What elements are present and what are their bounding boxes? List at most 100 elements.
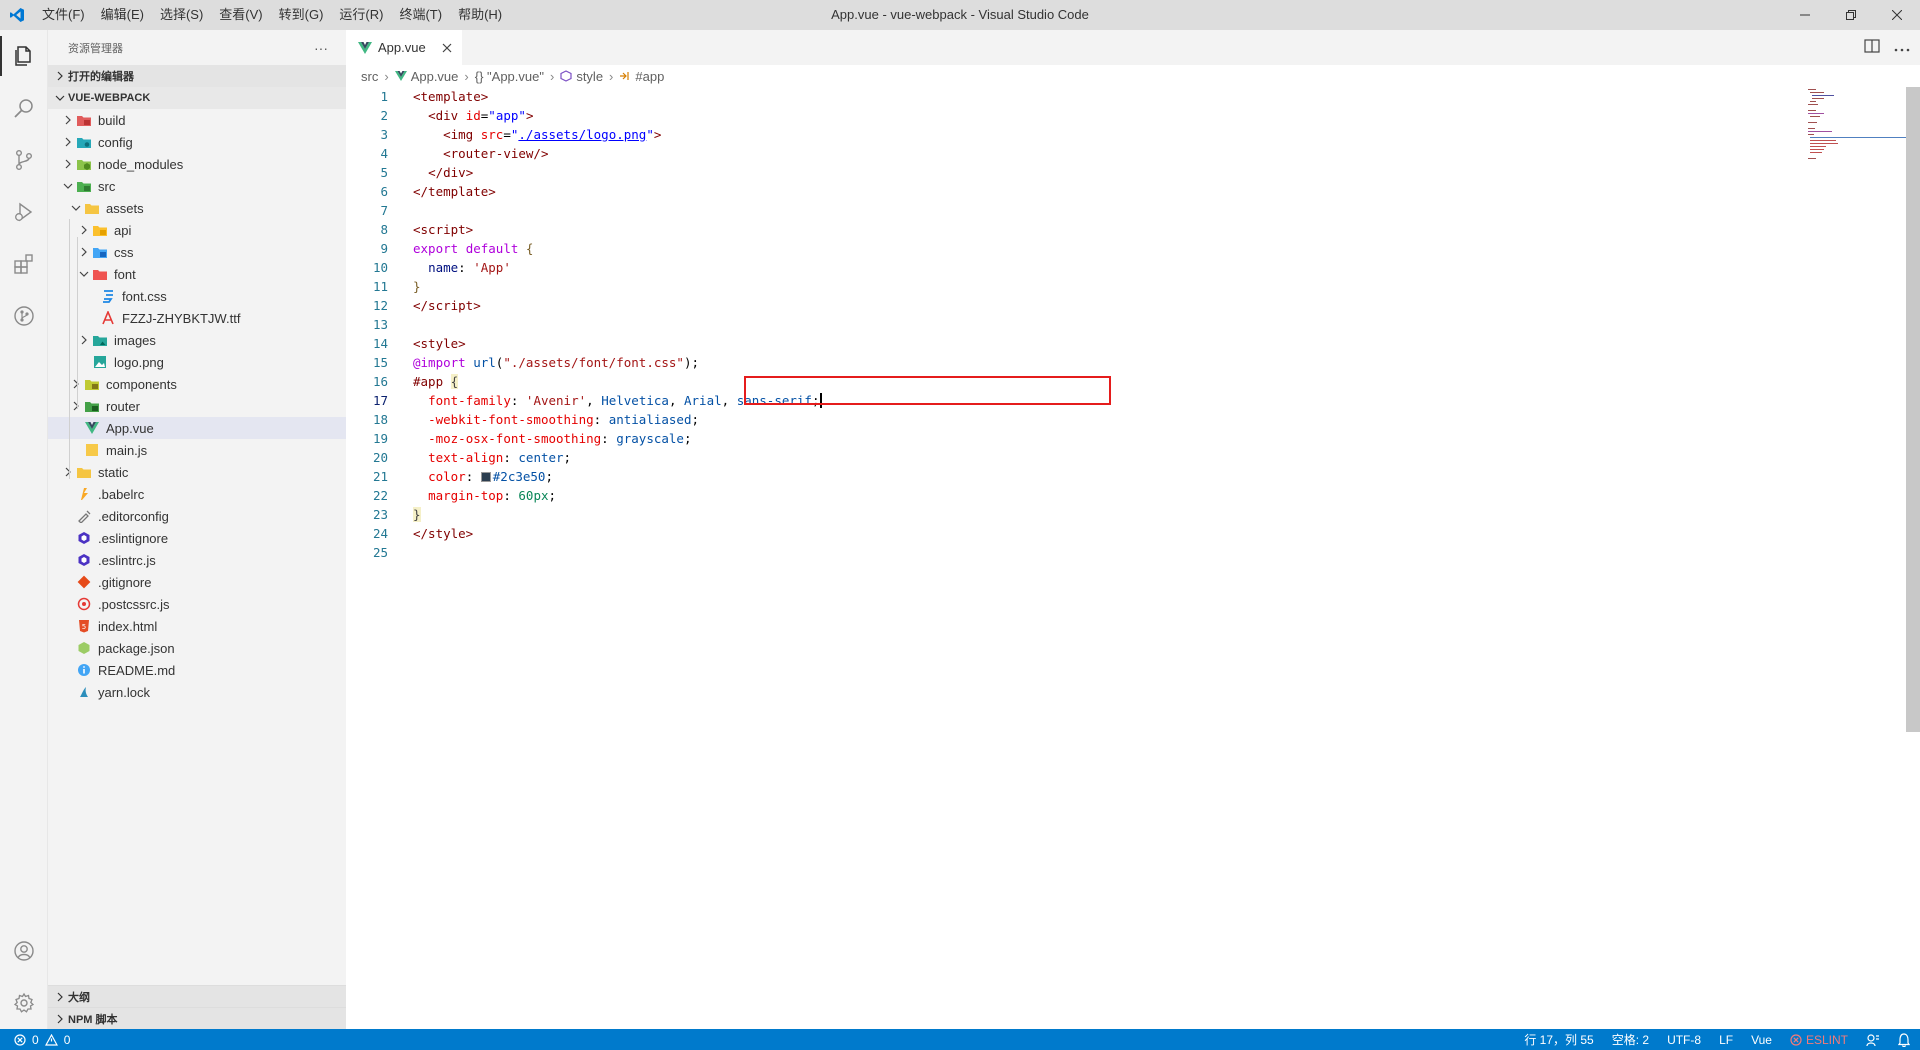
tree-item-app-vue[interactable]: App.vue	[48, 417, 346, 439]
indentation[interactable]: 空格: 2	[1612, 1031, 1649, 1048]
tree-item-package-json[interactable]: package.json	[48, 637, 346, 659]
tree-item-eslintignore[interactable]: .eslintignore	[48, 527, 346, 549]
npm-scripts-label: NPM 脚本	[68, 1013, 118, 1026]
code-line: 1 <template>	[346, 87, 1920, 106]
restore-button[interactable]	[1828, 0, 1874, 30]
explorer-header: 资源管理器 ···	[48, 30, 346, 65]
split-editor-icon[interactable]	[1864, 39, 1880, 56]
tree-item-components[interactable]: components	[48, 373, 346, 395]
tree-item-css[interactable]: css	[48, 241, 346, 263]
tree-item-logo-png[interactable]: logo.png	[48, 351, 346, 373]
svg-text:5: 5	[82, 623, 86, 631]
tree-item-font-css[interactable]: font.css	[48, 285, 346, 307]
minimize-button[interactable]	[1782, 0, 1828, 30]
cursor-position[interactable]: 行 17，列 55	[1524, 1031, 1593, 1048]
tree-item-label: FZZJ-ZHYBKTJW.ttf	[122, 310, 241, 326]
source-control-icon[interactable]	[0, 134, 48, 186]
tree-item-font[interactable]: font	[48, 263, 346, 285]
vertical-scrollbar[interactable]	[1906, 87, 1920, 732]
feedback-icon[interactable]	[1866, 1033, 1880, 1047]
tree-item-router[interactable]: router	[48, 395, 346, 417]
language-mode[interactable]: Vue	[1751, 1033, 1772, 1047]
error-count: 0	[32, 1032, 39, 1047]
line-number: 9	[380, 241, 388, 256]
npm-scripts-section[interactable]: NPM 脚本	[48, 1007, 346, 1029]
tree-item-static[interactable]: static	[48, 461, 346, 483]
tree-item-gitignore[interactable]: .gitignore	[48, 571, 346, 593]
tree-item-font-file[interactable]: FZZJ-ZHYBKTJW.ttf	[48, 307, 346, 329]
line-number: 15	[372, 355, 388, 370]
menu-run[interactable]: 运行(R)	[331, 0, 391, 30]
tree-item-node-modules[interactable]: node_modules	[48, 153, 346, 175]
code-editor[interactable]: 1 <template> 2 <div id="app"> 3 <img src=…	[346, 87, 1920, 562]
folder-config-icon	[76, 134, 92, 150]
project-section[interactable]: VUE-WEBPACK	[48, 87, 346, 109]
tree-item-babelrc[interactable]: .babelrc	[48, 483, 346, 505]
tree-item-label: api	[114, 222, 132, 238]
tree-item-build[interactable]: build	[48, 109, 346, 131]
tree-item-postcssrc[interactable]: .postcssrc.js	[48, 593, 346, 615]
search-icon[interactable]	[0, 82, 48, 134]
folder-font-icon	[92, 266, 108, 282]
tree-item-label: index.html	[98, 618, 158, 634]
menu-go[interactable]: 转到(G)	[271, 0, 332, 30]
git-graph-icon[interactable]	[0, 290, 48, 342]
tree-item-readme[interactable]: README.md	[48, 659, 346, 681]
tree-item-api[interactable]: api	[48, 219, 346, 241]
chevron-right-icon	[52, 71, 68, 81]
code-line: 24 </style>	[346, 524, 1920, 543]
end-of-line[interactable]: LF	[1719, 1033, 1733, 1047]
more-actions-button[interactable]: ···	[314, 40, 328, 56]
breadcrumb-module[interactable]: {} "App.vue"	[475, 69, 544, 84]
breadcrumb-file[interactable]: App.vue	[411, 69, 459, 84]
code-line: 4 <router-view/>	[346, 144, 1920, 163]
breadcrumb-style[interactable]: style	[576, 69, 603, 84]
run-debug-icon[interactable]	[0, 186, 48, 238]
minimap[interactable]	[1806, 87, 1908, 167]
menu-help[interactable]: 帮助(H)	[450, 0, 510, 30]
encoding[interactable]: UTF-8	[1667, 1033, 1701, 1047]
menu-edit[interactable]: 编辑(E)	[93, 0, 152, 30]
tree-item-assets[interactable]: assets	[48, 197, 346, 219]
tree-item-main-js[interactable]: main.js	[48, 439, 346, 461]
outline-section[interactable]: 大纲	[48, 985, 346, 1007]
tree-item-editorconfig[interactable]: .editorconfig	[48, 505, 346, 527]
tree-item-eslintrc[interactable]: .eslintrc.js	[48, 549, 346, 571]
menu-view[interactable]: 查看(V)	[211, 0, 270, 30]
chevron-right-icon	[60, 131, 76, 153]
code-line: 10 name: 'App'	[346, 258, 1920, 277]
breadcrumb-app[interactable]: #app	[635, 69, 664, 84]
account-icon[interactable]	[0, 925, 48, 977]
explorer-icon[interactable]	[0, 30, 48, 82]
tree-item-src[interactable]: src	[48, 175, 346, 197]
menu-terminal[interactable]: 终端(T)	[391, 0, 450, 30]
tree-item-yarn-lock[interactable]: yarn.lock	[48, 681, 346, 703]
folder-api-icon	[92, 222, 108, 238]
problems-indicator[interactable]: 0 0	[0, 1033, 70, 1047]
tab-app-vue[interactable]: App.vue	[346, 30, 462, 65]
line-number: 22	[372, 488, 388, 503]
extensions-icon[interactable]	[0, 238, 48, 290]
more-actions-icon[interactable]	[1894, 40, 1910, 55]
line-number: 5	[380, 165, 388, 180]
notifications-bell-icon[interactable]	[1898, 1032, 1910, 1047]
close-tab-icon[interactable]	[442, 40, 452, 56]
menu-file[interactable]: 文件(F)	[34, 0, 93, 30]
breadcrumb-src[interactable]: src	[361, 69, 378, 84]
tree-item-label: .editorconfig	[98, 508, 169, 524]
git-file-icon	[76, 574, 92, 590]
settings-gear-icon[interactable]	[0, 977, 48, 1029]
open-editors-section[interactable]: 打开的编辑器	[48, 65, 346, 87]
code-line: 19 -moz-osx-font-smoothing: grayscale;	[346, 429, 1920, 448]
menu-selection[interactable]: 选择(S)	[152, 0, 211, 30]
indent-guide	[69, 219, 70, 479]
tree-item-index-html[interactable]: 5 index.html	[48, 615, 346, 637]
tree-item-images[interactable]: images	[48, 329, 346, 351]
tree-item-label: .babelrc	[98, 486, 145, 502]
color-swatch[interactable]	[480, 472, 491, 482]
tree-item-label: App.vue	[106, 420, 154, 436]
eslint-status[interactable]: ESLINT	[1790, 1033, 1848, 1047]
close-window-button[interactable]	[1874, 0, 1920, 30]
tree-item-config[interactable]: config	[48, 131, 346, 153]
chevron-right-icon	[76, 329, 92, 351]
